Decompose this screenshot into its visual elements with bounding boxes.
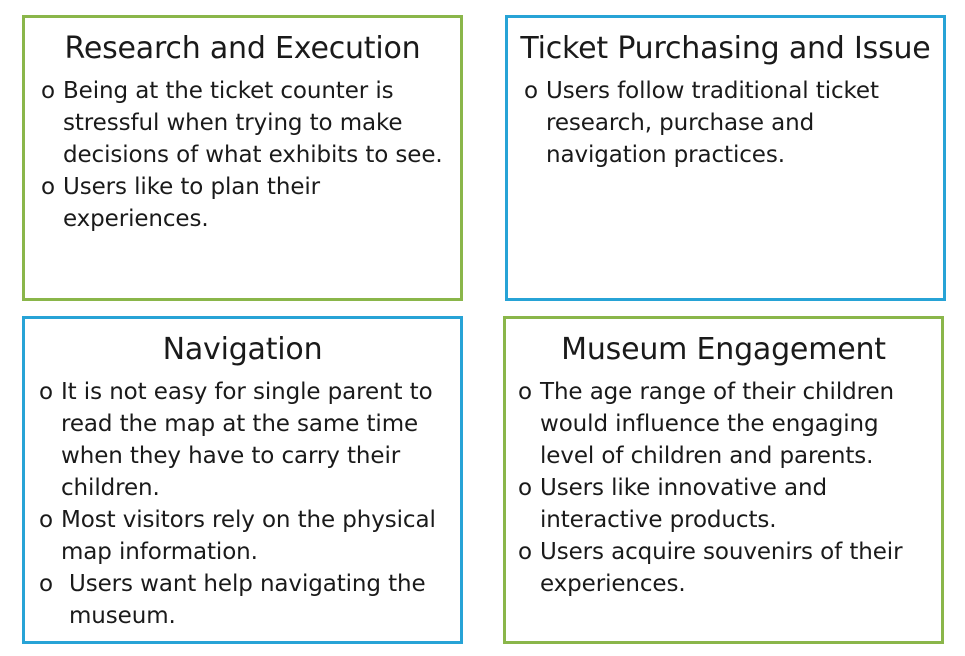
card-title: Navigation — [162, 332, 323, 367]
bullet-marker: o — [524, 78, 538, 104]
bullet-marker: o — [41, 78, 55, 104]
bullet-item: o It is not easy for single parent to rea… — [39, 376, 450, 504]
bullet-list: o Being at the ticket counter is stressfu… — [41, 75, 450, 235]
bullet-list: o Users follow traditional ticket researc… — [524, 75, 933, 171]
bullet-marker: o — [39, 571, 53, 597]
card-title: Museum Engagement — [561, 332, 886, 367]
bullet-marker: o — [518, 539, 532, 565]
museum-engagement-card: Museum Engagement o The age range of thei… — [503, 316, 944, 644]
bullet-marker: o — [39, 507, 53, 533]
bullet-item: o Users acquire souvenirs of their experi… — [518, 536, 931, 600]
bullet-item: o Users like to plan their experiences. — [41, 171, 450, 235]
bullet-item: o Users want help navigating the museum. — [39, 568, 450, 632]
bullet-list: o It is not easy for single parent to rea… — [39, 376, 450, 632]
ticket-purchasing-card: Ticket Purchasing and Issue o Users follo… — [505, 15, 946, 301]
bullet-marker: o — [518, 475, 532, 501]
card-title: Research and Execution — [64, 31, 421, 66]
card-title: Ticket Purchasing and Issue — [520, 31, 931, 66]
bullet-list: o The age range of their children would i… — [518, 376, 931, 600]
bullet-marker: o — [39, 379, 53, 405]
bullet-marker: o — [518, 379, 532, 405]
bullet-item: o The age range of their children would i… — [518, 376, 931, 472]
bullet-item: o Being at the ticket counter is stressfu… — [41, 75, 450, 171]
research-execution-card: Research and Execution o Being at the tic… — [22, 15, 463, 301]
bullet-item: o Users like innovative and interactive p… — [518, 472, 931, 536]
navigation-card: Navigation o It is not easy for single pa… — [22, 316, 463, 644]
bullet-item: o Most visitors rely on the physical map … — [39, 504, 450, 568]
bullet-item: o Users follow traditional ticket researc… — [524, 75, 933, 171]
bullet-marker: o — [41, 174, 55, 200]
